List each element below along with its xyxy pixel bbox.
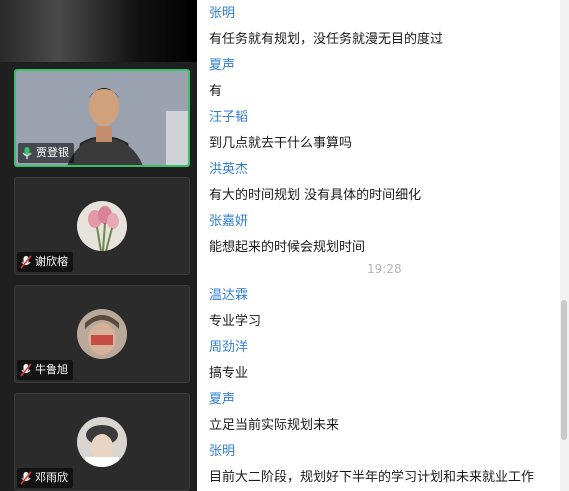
chat-message-text: 搞专业 (209, 366, 249, 381)
participant-nametag: 谢欣榕 (17, 252, 73, 272)
chat-panel[interactable]: 张明 有任务就有规划，没任务就漫无目的度过 夏声 有 汪子韬 到几点就去干什么事… (197, 0, 557, 491)
chat-message-text: 有 (209, 84, 223, 99)
chat-message-text: 能想起来的时候会规划时间 (209, 240, 366, 255)
participant-tile-4[interactable]: 邓雨欣 (14, 393, 190, 491)
participant-tile-3[interactable]: 牛鲁旭 (14, 285, 190, 383)
chat-sender: 张明 (209, 444, 236, 459)
chat-sender: 张明 (209, 6, 236, 21)
chat-message-text: 立足当前实际规划未来 (209, 418, 340, 433)
microphone-muted-icon (20, 363, 32, 377)
chat-message-text: 有任务就有规划，没任务就漫无目的度过 (209, 32, 444, 47)
chat-sender: 汪子韬 (209, 110, 249, 125)
scrollbar-thumb[interactable] (561, 300, 567, 440)
chat-message-text: 到几点就去干什么事算吗 (209, 136, 353, 151)
chat-sender: 洪英杰 (209, 162, 249, 177)
participant-nametag: 邓雨欣 (17, 468, 73, 488)
chat-sender: 周劲洋 (209, 340, 249, 355)
screen-share-preview (0, 0, 197, 62)
microphone-muted-icon (20, 255, 32, 269)
participant-name: 牛鲁旭 (35, 363, 68, 376)
chat-sender: 温达霖 (209, 288, 249, 303)
participant-video-strip: 贾登银 谢欣榕 牛鲁旭 邓雨欣 (0, 0, 197, 491)
microphone-muted-icon (20, 471, 32, 485)
chat-sender: 夏声 (209, 392, 236, 407)
microphone-on-icon (22, 147, 32, 159)
participant-nametag: 牛鲁旭 (17, 360, 73, 380)
avatar (77, 417, 127, 467)
participant-name: 谢欣榕 (35, 255, 68, 268)
participant-name: 邓雨欣 (35, 471, 68, 484)
chat-timestamp: 19:28 (367, 262, 402, 276)
chat-message-text: 专业学习 (209, 314, 262, 329)
chat-message-text: 目前大二阶段，规划好下半年的学习计划和未来就业工作 (209, 470, 535, 485)
chat-sender: 张嘉妍 (209, 214, 249, 229)
avatar (77, 201, 127, 251)
avatar (77, 309, 127, 359)
participant-nametag: 贾登银 (18, 143, 74, 163)
participant-name: 贾登银 (36, 146, 69, 159)
chat-message-text: 有大的时间规划 没有具体的时间细化 (209, 188, 422, 203)
chat-sender: 夏声 (209, 58, 236, 73)
participant-tile-1[interactable]: 贾登银 (14, 69, 190, 167)
chat-scrollbar[interactable] (560, 0, 569, 491)
participant-tile-2[interactable]: 谢欣榕 (14, 177, 190, 275)
